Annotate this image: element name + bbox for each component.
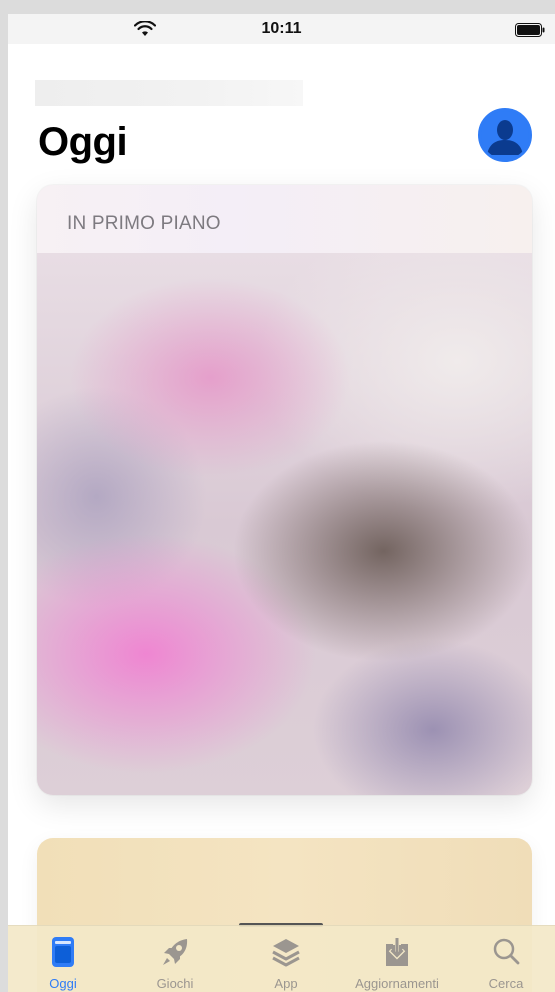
page-title: Oggi (38, 120, 128, 164)
account-avatar-button[interactable] (478, 108, 532, 162)
tab-games[interactable]: Giochi (125, 926, 225, 992)
tab-search[interactable]: Cerca (456, 926, 555, 992)
status-time: 10:11 (261, 20, 302, 37)
rocket-icon (163, 939, 188, 965)
tab-today[interactable]: Oggi (13, 926, 113, 992)
tab-label: Aggiornamenti (355, 976, 439, 991)
card-artwork (37, 253, 532, 795)
featured-story-card[interactable]: IN PRIMO PIANO (37, 185, 532, 795)
layers-icon (272, 939, 300, 967)
card-header: IN PRIMO PIANO (37, 185, 532, 253)
date-placeholder (35, 80, 303, 106)
tab-apps[interactable]: App (236, 926, 336, 992)
card-label: IN PRIMO PIANO (67, 213, 221, 234)
tab-label: App (274, 976, 298, 991)
tab-label: Oggi (49, 976, 77, 991)
search-icon (493, 938, 520, 965)
download-icon (386, 937, 408, 966)
status-bar: 10:11 (8, 14, 555, 44)
app-store-screen: 10:11 Oggi IN PRIMO PIANO Oggi Giochi Ap… (8, 14, 555, 992)
tab-updates[interactable]: Aggiornamenti (347, 926, 447, 992)
tab-label: Cerca (488, 976, 524, 991)
tab-label: Giochi (156, 976, 194, 991)
battery-icon (515, 23, 545, 37)
person-icon (481, 111, 529, 159)
today-icon (52, 937, 74, 967)
tab-bar: Oggi Giochi App Aggiornamenti Cerca (8, 925, 555, 992)
